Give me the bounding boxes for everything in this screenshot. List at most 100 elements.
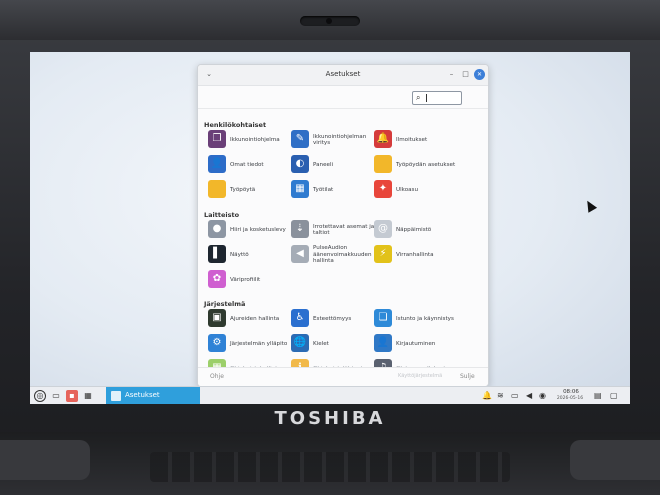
taskbar-task-settings[interactable]: Asetukset — [106, 387, 200, 404]
section-title: Laitteisto — [204, 211, 240, 219]
panel-icon: ◐ — [291, 155, 309, 173]
section-title: Henkilökohtaiset — [204, 121, 267, 129]
bell-icon: 🔔 — [374, 130, 392, 148]
settings-item-label: Työpöydän asetukset — [396, 161, 456, 168]
settings-item[interactable]: ⚙ Järjestelmän ylläpito — [208, 334, 292, 354]
webcam — [300, 16, 360, 26]
settings-item-label: Omat tiedot — [230, 161, 264, 168]
settings-item[interactable]: ♿ Esteettömyys — [291, 309, 375, 329]
wifi-icon[interactable]: ≋ — [497, 390, 504, 402]
section-title: Järjestelmä — [204, 300, 246, 308]
mouse-icon: ● — [208, 220, 226, 238]
settings-item-label: Esteettömyys — [313, 315, 352, 322]
window-title: Asetukset — [325, 70, 361, 78]
maintenance-icon: ⚙ — [208, 334, 226, 352]
settings-item-label: Ikkunointiohjelma — [230, 136, 280, 143]
clock-time[interactable]: 08:06 — [556, 389, 586, 395]
settings-item[interactable]: ✿ Väriprofiilit — [208, 270, 292, 290]
updates-icon[interactable]: ◉ — [539, 390, 546, 402]
settings-item[interactable]: Työpöytä — [208, 180, 292, 200]
settings-item[interactable]: ▦ Työtilat — [291, 180, 375, 200]
taskbar: ◎ ▭ ▪ ▦ Asetukset 🔔 ≋ ▭ ◀ ◉ 08:06 2026-0… — [30, 386, 630, 404]
settings-item[interactable]: ▣ Ajureiden hallinta — [208, 309, 292, 329]
settings-item[interactable]: ❏ Istunto ja käynnistys — [374, 309, 458, 329]
workspace-switcher-icon[interactable]: ▦ — [82, 390, 94, 402]
accessibility-icon: ♿ — [291, 309, 309, 327]
minimize-icon[interactable]: – — [446, 69, 457, 80]
settings-item[interactable]: ❐ Ikkunointiohjelma — [208, 130, 292, 150]
taskbar-task-label: Asetukset — [125, 391, 160, 399]
close-icon[interactable]: ✕ — [474, 69, 485, 80]
settings-item-label: Kirjautuminen — [396, 340, 436, 347]
close-button[interactable]: Sulje — [460, 373, 475, 380]
maximize-icon[interactable]: □ — [460, 69, 471, 80]
login-icon: 👤 — [374, 334, 392, 352]
appearance-icon: ✦ — [374, 180, 392, 198]
power-menu-icon[interactable]: ▢ — [610, 390, 618, 402]
settings-item[interactable]: 👤 Omat tiedot — [208, 155, 292, 175]
power-icon: ⚡ — [374, 245, 392, 263]
show-desktop-icon[interactable]: ▭ — [50, 390, 62, 402]
driver-icon: ▣ — [208, 309, 226, 327]
settings-item-label: Kielet — [313, 340, 329, 347]
settings-item[interactable]: @ Näppäimistö — [374, 220, 458, 240]
settings-item[interactable]: ✎ Ikkunointiohjelman viritys — [291, 130, 375, 150]
window-titlebar[interactable]: ⌄ Asetukset – □ ✕ — [198, 65, 488, 86]
settings-item-label: Näppäimistö — [396, 226, 432, 233]
settings-item[interactable]: Työpöydän asetukset — [374, 155, 458, 175]
language-icon: 🌐 — [291, 334, 309, 352]
settings-task-icon — [111, 391, 121, 401]
settings-item-label: Työtilat — [313, 186, 334, 193]
user-icon: 👤 — [208, 155, 226, 173]
settings-item-label: Väriprofiilit — [230, 276, 261, 283]
window-tweaks-icon: ✎ — [291, 130, 309, 148]
app-menu-icon[interactable]: ◎ — [34, 390, 46, 402]
calendar-icon[interactable]: ▤ — [594, 390, 602, 402]
hinge-right — [570, 440, 660, 480]
mouse-pointer-icon — [582, 198, 598, 213]
settings-item-label: Ilmoitukset — [396, 136, 428, 143]
clock-date[interactable]: 2026-05-16 — [550, 396, 590, 401]
settings-item[interactable]: ▌ Näyttö — [208, 245, 292, 265]
settings-item[interactable]: ● Hiiri ja kosketuslevy — [208, 220, 292, 240]
search-input[interactable]: ⌕ — [412, 91, 462, 105]
keyboard-icon: @ — [374, 220, 392, 238]
settings-item-label: Ulkoasu — [396, 186, 418, 193]
settings-item[interactable]: 🌐 Kielet — [291, 334, 375, 354]
folder-icon — [208, 180, 226, 198]
hinge-left — [0, 440, 90, 480]
window-footer: Ohje Käyttöjärjestelmä Sulje — [198, 367, 488, 386]
settings-item-label: Irrotettavat asemat ja taltiot — [313, 223, 375, 237]
settings-item[interactable]: ⇣ Irrotettavat asemat ja taltiot — [291, 220, 375, 240]
settings-item[interactable]: ◀ PulseAudion äänenvoimakkuuden hallinta — [291, 245, 375, 265]
settings-item[interactable]: 🔔 Ilmoitukset — [374, 130, 458, 150]
settings-item[interactable]: ✦ Ulkoasu — [374, 180, 458, 200]
settings-item-label: Istunto ja käynnistys — [396, 315, 454, 322]
settings-item[interactable]: 👤 Kirjautuminen — [374, 334, 458, 354]
audio-icon: ◀ — [291, 245, 309, 263]
battery-icon[interactable]: ▭ — [511, 390, 519, 402]
brand-logo: TOSHIBA — [274, 408, 386, 429]
settings-item-label: Ajureiden hallinta — [230, 315, 280, 322]
desktop: ⌄ Asetukset – □ ✕ ⌕ Henkilökohtaiset ❐ Ikk… — [30, 52, 630, 404]
app-launcher-icon[interactable]: ▪ — [66, 390, 78, 402]
webcam-lens — [326, 18, 332, 24]
settings-item[interactable]: ◐ Paneeli — [291, 155, 375, 175]
settings-item-label: Työpöytä — [230, 186, 256, 193]
settings-item-label: Näyttö — [230, 251, 249, 258]
search-icon: ⌕ — [416, 93, 421, 102]
settings-item-label: Järjestelmän ylläpito — [230, 340, 288, 347]
footer-info: Käyttöjärjestelmä — [398, 373, 443, 379]
search-bar: ⌕ — [198, 86, 488, 109]
keyboard-keys — [150, 452, 510, 482]
display-icon: ▌ — [208, 245, 226, 263]
help-button[interactable]: Ohje — [210, 373, 224, 380]
color-profile-icon: ✿ — [208, 270, 226, 288]
settings-item-label: Ikkunointiohjelman viritys — [313, 133, 367, 147]
notification-bell-icon[interactable]: 🔔 — [482, 390, 492, 402]
session-icon: ❏ — [374, 309, 392, 327]
settings-item-label: Paneeli — [313, 161, 334, 168]
settings-item[interactable]: ⚡ Virranhallinta — [374, 245, 458, 265]
volume-icon[interactable]: ◀ — [526, 390, 532, 402]
text-caret — [426, 94, 427, 102]
